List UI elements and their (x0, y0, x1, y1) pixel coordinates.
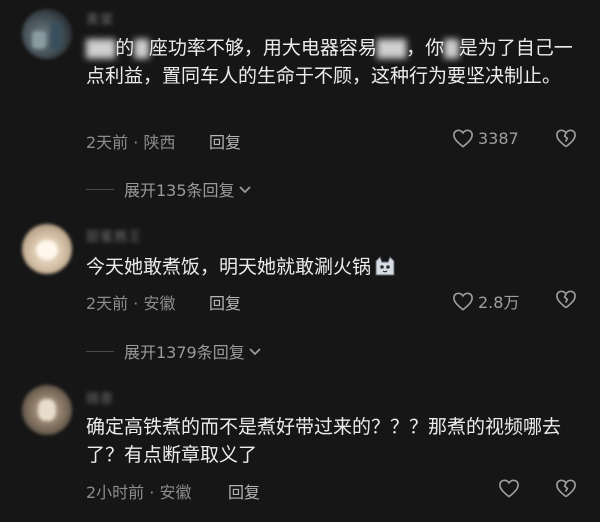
username[interactable]: 随意 (86, 388, 114, 407)
broken-heart-icon[interactable] (555, 289, 577, 309)
expand-label: 展开135条回复 (124, 181, 235, 200)
chevron-down-icon (248, 342, 262, 361)
avatar[interactable] (22, 9, 72, 59)
like-button[interactable] (498, 478, 524, 498)
username[interactable]: 甜蜜茜王 (86, 226, 142, 245)
timestamp: 2天前 (86, 294, 129, 313)
heart-outline-icon (498, 478, 520, 498)
divider (86, 188, 114, 190)
meta-separator: · (133, 294, 139, 313)
like-count: 3387 (478, 128, 519, 148)
expand-replies-button[interactable]: 展开135条回复 (86, 177, 252, 201)
heart-outline-icon (452, 128, 474, 148)
expand-label: 展开1379条回复 (124, 343, 245, 362)
redacted-text: ▇▇ (376, 37, 407, 59)
comment-meta: 2小时前 · 安徽 (86, 479, 191, 503)
location: 安徽 (143, 294, 176, 313)
cat-emoji-icon (373, 255, 397, 277)
heart-outline-icon (452, 291, 474, 311)
text-part: ，你 (406, 37, 445, 59)
text-part: 座功率不够，用大电器容易 (148, 37, 377, 59)
avatar[interactable] (22, 224, 72, 274)
broken-heart-icon[interactable] (555, 128, 577, 148)
comment-text: 确定高铁煮的而不是煮好带过来的？？？那煮的视频哪去了？有点断章取义了 (86, 416, 562, 466)
meta-separator: · (133, 133, 139, 152)
comment-text: 今天她敢煮饭，明天她就敢涮火锅 (86, 253, 586, 281)
meta-separator: · (149, 483, 155, 502)
avatar[interactable] (22, 385, 72, 435)
comment-meta: 2天前 · 安徽 (86, 290, 175, 314)
redacted-text: ▇ (134, 37, 149, 59)
redacted-text: ▇▇ (86, 37, 116, 59)
like-button[interactable]: 2.8万 (452, 289, 519, 313)
location: 安徽 (159, 483, 192, 502)
reply-button[interactable]: 回复 (228, 479, 260, 503)
timestamp: 2小时前 (86, 483, 145, 502)
redacted-text: ▇ (444, 37, 459, 59)
text-part: 的 (115, 37, 135, 59)
location: 陕西 (143, 133, 176, 152)
like-count: 2.8万 (478, 293, 520, 312)
username[interactable]: 黑棠 (86, 9, 114, 28)
text-part: 今天她敢煮饭，明天她就敢涮火锅 (86, 256, 372, 278)
divider (86, 350, 114, 352)
like-button[interactable]: 3387 (452, 128, 519, 148)
comment-text: ▇▇的▇座功率不够，用大电器容易▇▇，你▇是为了自己一点利益，置同车人的生命于不… (86, 34, 586, 90)
broken-heart-icon[interactable] (555, 478, 577, 498)
timestamp: 2天前 (86, 133, 129, 152)
reply-button[interactable]: 回复 (209, 129, 241, 153)
reply-button[interactable]: 回复 (209, 290, 241, 314)
comment-meta: 2天前 · 陕西 (86, 129, 175, 153)
chevron-down-icon (238, 180, 252, 199)
expand-replies-button[interactable]: 展开1379条回复 (86, 339, 262, 363)
